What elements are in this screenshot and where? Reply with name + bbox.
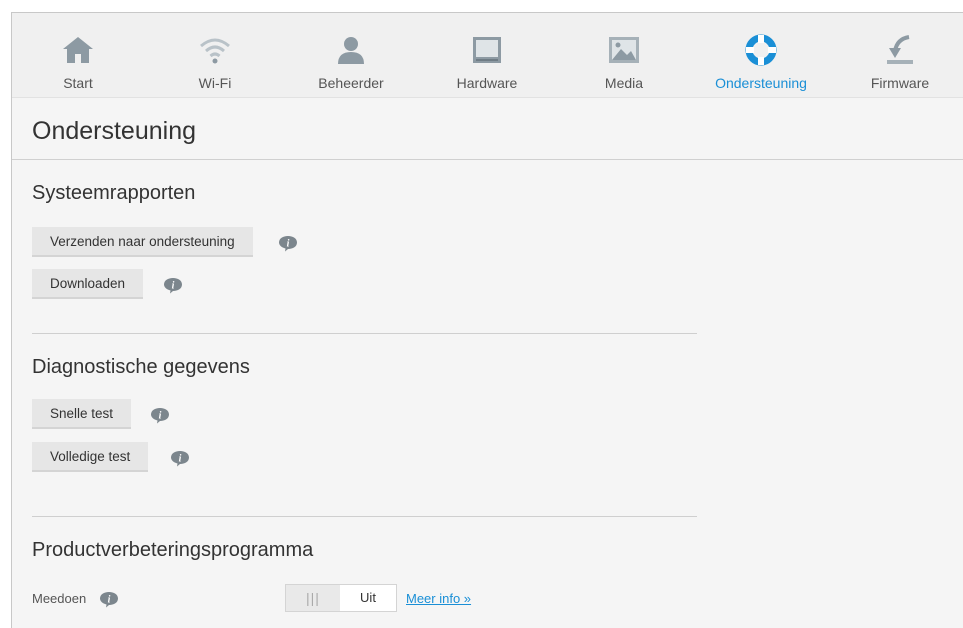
firmware-icon — [887, 35, 913, 64]
svg-text:i: i — [159, 411, 162, 422]
hardware-icon — [473, 37, 501, 63]
nav-item-media[interactable]: Media — [564, 13, 684, 97]
full-test-button[interactable]: Volledige test — [32, 442, 149, 472]
participate-label: Meedoen — [32, 591, 87, 606]
nav-item-hardware[interactable]: Hardware — [427, 13, 547, 97]
top-nav: Start Wi-Fi Beheerder Hardware Media Ond… — [12, 13, 963, 98]
nav-label-media: Media — [604, 75, 644, 91]
nav-item-beheerder[interactable]: Beheerder — [291, 13, 411, 97]
info-icon[interactable]: i — [278, 235, 298, 252]
participate-toggle[interactable]: ||| Uit — [285, 584, 397, 612]
info-icon[interactable]: i — [163, 277, 183, 294]
user-icon — [338, 37, 364, 64]
download-button[interactable]: Downloaden — [32, 269, 144, 299]
page-title: Ondersteuning — [32, 117, 197, 145]
toggle-grip: ||| — [286, 585, 340, 611]
info-icon[interactable]: i — [170, 450, 190, 467]
send-to-support-button[interactable]: Verzenden naar ondersteuning — [32, 227, 253, 257]
toggle-state-label: Uit — [360, 590, 376, 605]
svg-text:i: i — [287, 239, 290, 250]
svg-text:i: i — [179, 454, 182, 465]
nav-label-firmware: Firmware — [870, 75, 930, 91]
lifebuoy-icon — [745, 34, 777, 66]
home-icon — [63, 37, 93, 63]
section-title-system-reports: Systeemrapporten — [32, 182, 196, 204]
quick-test-button[interactable]: Snelle test — [32, 399, 132, 429]
section-divider — [32, 333, 697, 334]
app-frame: Start Wi-Fi Beheerder Hardware Media Ond… — [11, 12, 963, 628]
nav-item-firmware[interactable]: Firmware — [840, 13, 960, 97]
svg-text:i: i — [172, 281, 175, 292]
nav-label-hardware: Hardware — [456, 75, 518, 91]
info-icon[interactable]: i — [150, 407, 170, 424]
section-divider — [32, 516, 697, 517]
info-icon[interactable]: i — [99, 591, 119, 608]
nav-item-start[interactable]: Start — [18, 13, 138, 97]
svg-text:i: i — [108, 595, 111, 606]
nav-item-ondersteuning[interactable]: Ondersteuning — [701, 13, 821, 97]
section-title-improvement-program: Productverbeteringsprogramma — [32, 539, 314, 561]
section-title-diagnostics: Diagnostische gegevens — [32, 356, 250, 378]
nav-item-wifi[interactable]: Wi-Fi — [155, 13, 275, 97]
more-info-link[interactable]: Meer info » — [406, 591, 471, 606]
media-icon — [609, 37, 639, 63]
nav-label-wifi: Wi-Fi — [198, 75, 232, 91]
title-divider — [12, 159, 963, 160]
nav-label-beheerder: Beheerder — [318, 75, 384, 91]
wifi-icon — [200, 38, 230, 64]
nav-label-start: Start — [63, 75, 93, 91]
nav-label-ondersteuning: Ondersteuning — [715, 75, 807, 91]
